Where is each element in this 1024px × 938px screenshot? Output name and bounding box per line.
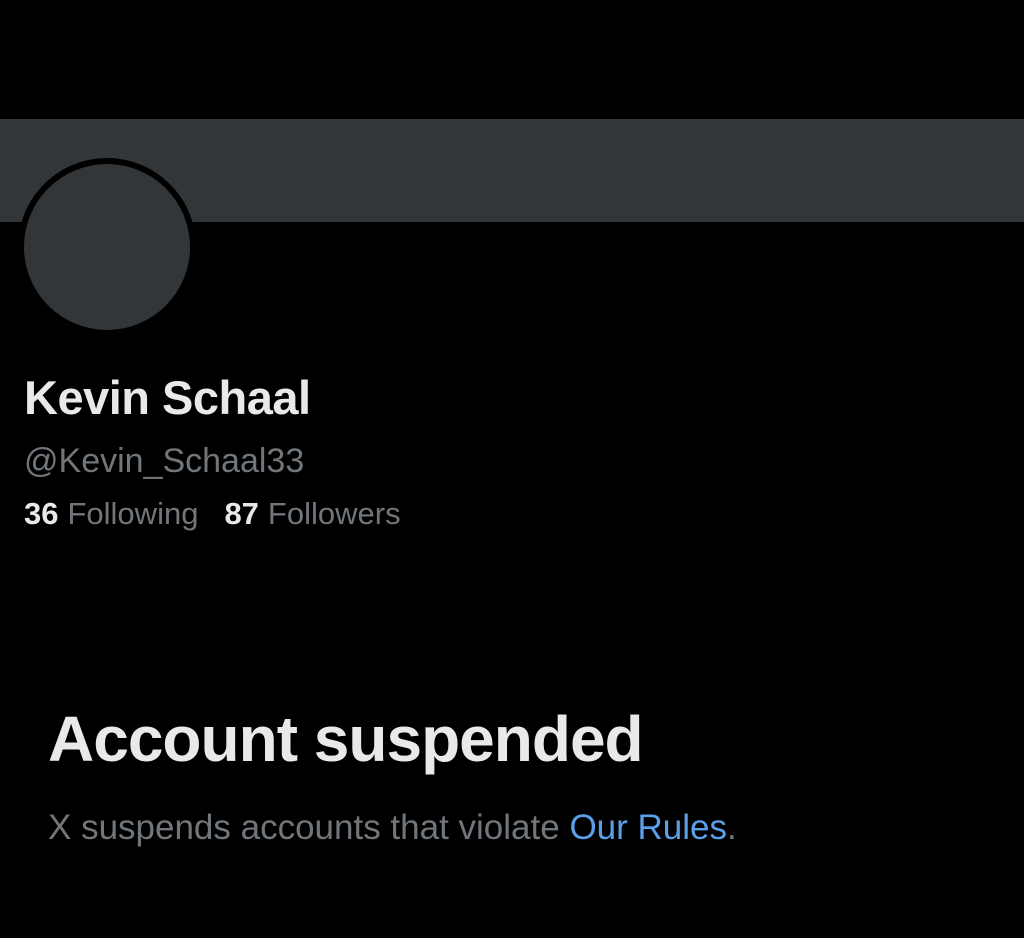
suspension-message-text: X suspends accounts that violate — [48, 808, 570, 847]
our-rules-link[interactable]: Our Rules — [569, 808, 727, 847]
followers-count: 87 — [224, 496, 259, 531]
follow-stats: 36 Following 87 Followers — [24, 496, 401, 532]
followers-link[interactable]: 87 Followers — [224, 496, 400, 532]
avatar[interactable] — [18, 158, 196, 336]
profile-page: Kevin Schaal @Kevin_Schaal33 36 Followin… — [0, 0, 1024, 938]
user-handle: @Kevin_Schaal33 — [24, 442, 305, 480]
followers-label: Followers — [267, 496, 401, 531]
suspension-title: Account suspended — [48, 703, 644, 775]
avatar-placeholder — [24, 164, 190, 330]
suspension-message: X suspends accounts that violate Our Rul… — [48, 808, 737, 848]
suspension-message-end: . — [727, 808, 737, 847]
display-name: Kevin Schaal — [24, 371, 311, 424]
following-label: Following — [67, 496, 199, 531]
following-link[interactable]: 36 Following — [24, 496, 198, 532]
following-count: 36 — [24, 496, 59, 531]
